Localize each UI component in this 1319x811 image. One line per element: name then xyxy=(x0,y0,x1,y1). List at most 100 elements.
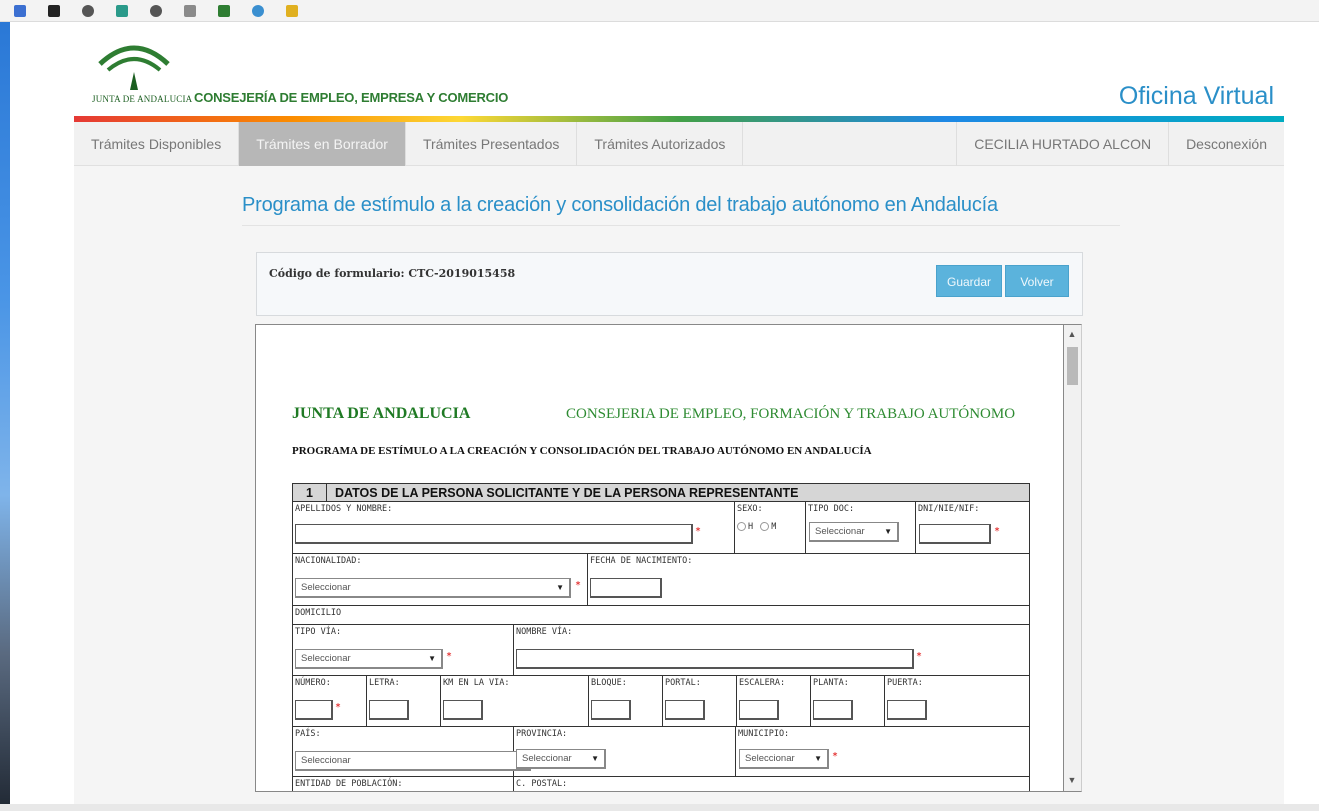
tipo-via-label: TIPO VÍA: xyxy=(295,627,342,637)
row-pais: PAÍS: Seleccionar PROVINCIA: Seleccionar… xyxy=(292,727,1030,777)
bookmark-item[interactable] xyxy=(116,4,136,17)
nacionalidad-select[interactable]: Seleccionar ▼ xyxy=(295,578,571,598)
main-nav: Trámites Disponibles Trámites en Borrado… xyxy=(74,122,1284,166)
bookmark-item[interactable] xyxy=(48,4,68,17)
bookmark-item[interactable] xyxy=(218,4,238,17)
nombre-via-input[interactable] xyxy=(516,649,914,669)
bookmark-item[interactable] xyxy=(184,4,204,17)
scroll-up-icon[interactable]: ▲ xyxy=(1064,329,1080,339)
puerta-input[interactable] xyxy=(887,700,927,720)
section-number: 1 xyxy=(293,484,327,501)
consejeria-title: CONSEJERÍA DE EMPLEO, EMPRESA Y COMERCIO xyxy=(194,90,509,105)
logo-text: JUNTA DE ANDALUCIA xyxy=(92,94,193,104)
nav-tramites-autorizados[interactable]: Trámites Autorizados xyxy=(577,122,744,166)
sexo-h-label: H xyxy=(748,522,754,532)
form-code-panel: Código de formulario: CTC-2019015458 Gua… xyxy=(256,252,1083,316)
portal-input[interactable] xyxy=(665,700,705,720)
bookmark-icon xyxy=(48,4,60,17)
form-code-label: Código de formulario: CTC-2019015458 xyxy=(269,267,516,280)
bloque-label: BLOQUE: xyxy=(591,678,627,688)
planta-input[interactable] xyxy=(813,700,853,720)
volver-button[interactable]: Volver xyxy=(1005,265,1069,297)
dropdown-arrow-icon: ▼ xyxy=(556,583,564,592)
section-header: 1 DATOS DE LA PERSONA SOLICITANTE Y DE L… xyxy=(292,483,1030,502)
pdf-form-viewer[interactable]: JUNTA DE ANDALUCIA CONSEJERIA DE EMPLEO,… xyxy=(255,324,1064,792)
row-nacionalidad: NACIONALIDAD: Seleccionar ▼ * FECHA DE NA… xyxy=(292,554,1030,606)
sexo-h-radio[interactable] xyxy=(737,522,746,531)
pdf-programa-heading: PROGRAMA DE ESTÍMULO A LA CREACIÓN Y CON… xyxy=(292,445,872,457)
nacionalidad-label: NACIONALIDAD: xyxy=(295,556,362,566)
apellidos-label: APELLIDOS Y NOMBRE: xyxy=(295,504,393,514)
dropdown-arrow-icon: ▼ xyxy=(428,654,436,663)
bookmark-icon xyxy=(82,4,94,17)
bookmark-item[interactable] xyxy=(82,4,102,17)
dropdown-arrow-icon: ▼ xyxy=(884,527,892,536)
pdf-consejeria-heading: CONSEJERIA DE EMPLEO, FORMACIÓN Y TRABAJ… xyxy=(566,406,1016,422)
pais-select[interactable]: Seleccionar xyxy=(295,751,531,771)
municipio-label: MUNICIPIO: xyxy=(738,729,790,739)
provincia-select[interactable]: Seleccionar ▼ xyxy=(516,749,606,769)
provincia-label: PROVINCIA: xyxy=(516,729,568,739)
bookmark-icon xyxy=(218,4,230,17)
domicilio-label: DOMICILIO xyxy=(295,608,342,618)
scroll-thumb[interactable] xyxy=(1067,347,1078,385)
nav-tramites-borrador[interactable]: Trámites en Borrador xyxy=(239,122,406,166)
municipio-select[interactable]: Seleccionar ▼ xyxy=(739,749,829,769)
bookmark-item[interactable] xyxy=(286,4,306,17)
escalera-input[interactable] xyxy=(739,700,779,720)
bookmark-item[interactable] xyxy=(14,4,34,17)
numero-label: NÚMERO: xyxy=(295,678,331,688)
sexo-m-radio[interactable] xyxy=(760,522,770,531)
dni-label: DNI/NIE/NIF: xyxy=(918,504,980,514)
bookmark-item[interactable] xyxy=(252,4,272,17)
escalera-label: ESCALERA: xyxy=(739,678,786,688)
tipo-doc-select[interactable]: Seleccionar ▼ xyxy=(809,522,899,542)
nav-tramites-disponibles[interactable]: Trámites Disponibles xyxy=(74,122,240,166)
nombre-via-label: NOMBRE VÍA: xyxy=(516,627,573,637)
dni-input[interactable] xyxy=(919,524,991,544)
row-numero: NÚMERO: * LETRA: KM EN LA VIA: BLOQUE: P… xyxy=(292,676,1030,727)
scroll-down-icon[interactable]: ▼ xyxy=(1064,775,1080,785)
bookmark-item[interactable] xyxy=(150,4,170,17)
planta-label: PLANTA: xyxy=(813,678,849,688)
fecha-nacimiento-input[interactable] xyxy=(590,578,662,598)
section-1-table: 1 DATOS DE LA PERSONA SOLICITANTE Y DE L… xyxy=(292,483,1030,791)
km-via-input[interactable] xyxy=(443,700,483,720)
divider xyxy=(242,225,1120,226)
pdf-junta-heading: JUNTA DE ANDALUCIA xyxy=(292,405,471,422)
section-title: DATOS DE LA PERSONA SOLICITANTE Y DE LA … xyxy=(335,485,799,500)
portal-label: PORTAL: xyxy=(665,678,701,688)
letra-input[interactable] xyxy=(369,700,409,720)
bookmarks-bar xyxy=(0,0,1319,22)
pais-label: PAÍS: xyxy=(295,729,321,739)
numero-input[interactable] xyxy=(295,700,333,720)
entidad-poblacion-label: ENTIDAD DE POBLACIÓN: xyxy=(295,779,403,789)
bookmark-icon xyxy=(116,4,128,17)
junta-logo-icon xyxy=(98,45,170,90)
apellidos-input[interactable] xyxy=(295,524,693,544)
puerta-label: PUERTA: xyxy=(887,678,923,688)
nav-user-name[interactable]: CECILIA HURTADO ALCON xyxy=(956,122,1168,166)
row-domicilio: DOMICILIO xyxy=(292,606,1030,625)
bookmark-icon xyxy=(14,4,26,17)
row-via: TIPO VÍA: Seleccionar ▼ * NOMBRE VÍA: * xyxy=(292,625,1030,676)
tipo-doc-label: TIPO DOC: xyxy=(808,504,855,514)
page-title: Programa de estímulo a la creación y con… xyxy=(242,194,998,216)
km-via-label: KM EN LA VIA: xyxy=(443,678,510,688)
tipo-via-select[interactable]: Seleccionar ▼ xyxy=(295,649,443,669)
nav-logout[interactable]: Desconexión xyxy=(1168,122,1284,166)
bloque-input[interactable] xyxy=(591,700,631,720)
desktop-edge xyxy=(0,22,10,811)
pdf-scrollbar[interactable]: ▲ ▼ xyxy=(1064,324,1082,792)
dropdown-arrow-icon: ▼ xyxy=(814,754,822,763)
row-entidad: ENTIDAD DE POBLACIÓN: C. POSTAL: xyxy=(292,777,1030,791)
guardar-button[interactable]: Guardar xyxy=(936,265,1003,297)
codigo-postal-label: C. POSTAL: xyxy=(516,779,568,789)
sexo-label: SEXO: xyxy=(737,504,763,514)
nav-tramites-presentados[interactable]: Trámites Presentados xyxy=(406,122,578,166)
bookmark-icon xyxy=(252,4,264,17)
bookmark-icon xyxy=(286,4,298,17)
pdf-page: JUNTA DE ANDALUCIA CONSEJERIA DE EMPLEO,… xyxy=(292,325,1032,791)
letra-label: LETRA: xyxy=(369,678,400,688)
row-nombre: APELLIDOS Y NOMBRE: * SEXO: H M TIPO DOC… xyxy=(292,502,1030,554)
